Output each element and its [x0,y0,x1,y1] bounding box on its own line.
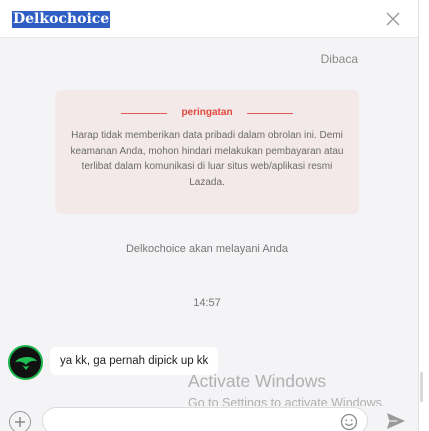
close-button[interactable] [382,8,404,30]
activation-watermark-title: Activate Windows [188,371,327,391]
emoji-button[interactable] [339,412,359,431]
scrollbar[interactable] [418,0,429,431]
avatar-icon [14,356,37,370]
close-icon [386,12,400,26]
service-note: Delkochoice akan melayani Anda [125,243,289,255]
chat-header: Delkochoice [0,0,418,38]
warning-divider-left [121,113,167,114]
send-icon [387,413,405,429]
warning-title: peringatan [181,107,233,118]
attach-button[interactable] [9,411,31,431]
avatar[interactable] [8,345,43,380]
message-timestamp: 14:57 [193,297,221,309]
plus-icon [15,417,25,427]
message-input[interactable] [42,407,368,431]
warning-divider-right [247,113,293,114]
warning-text: Harap tidak memberikan data pribadi dala… [70,130,344,188]
send-button[interactable] [384,410,408,431]
emoji-icon [340,413,358,431]
shop-name: Delkochoice [12,11,111,28]
warning-card: peringatan Harap tidak memberikan data p… [55,90,359,214]
scrollbar-thumb[interactable] [420,372,423,402]
warning-title-row: peringatan [55,107,359,121]
read-status: Dibaca [320,52,358,66]
